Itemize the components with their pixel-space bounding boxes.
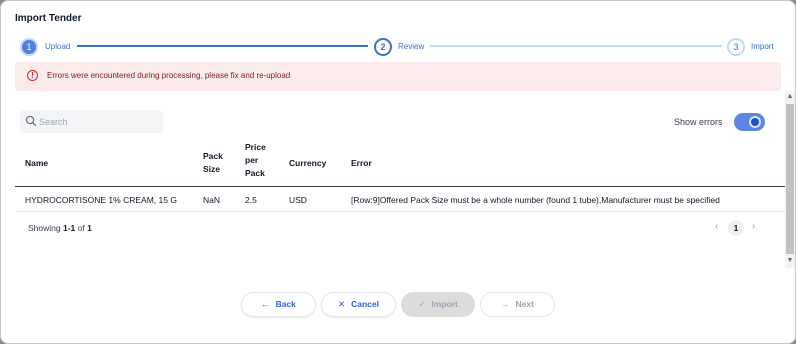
step-1-circle[interactable]: 1 bbox=[20, 38, 38, 56]
alert-message: Errors were encountered during processin… bbox=[47, 71, 291, 80]
header-pack-size-line: Pack bbox=[203, 151, 223, 161]
cancel-label: Cancel bbox=[351, 299, 379, 309]
close-icon: ✕ bbox=[338, 299, 346, 309]
step-1-label[interactable]: Upload bbox=[45, 42, 70, 51]
header-pack-size[interactable]: Pack Size bbox=[203, 150, 223, 176]
import-button[interactable]: ✓ Import bbox=[401, 292, 475, 317]
step-2-connector bbox=[430, 45, 722, 47]
scroll-up-icon[interactable]: ▲ bbox=[786, 93, 794, 100]
step-3-circle[interactable]: 3 bbox=[727, 38, 745, 56]
showing-range: 1-1 bbox=[62, 223, 76, 233]
header-pack-size-line: Size bbox=[203, 164, 221, 174]
arrow-left-icon: ← bbox=[261, 299, 270, 309]
dialog-title: Import Tender bbox=[15, 13, 82, 24]
cell-pack-size: NaN bbox=[203, 195, 221, 205]
scroll-thumb[interactable] bbox=[786, 104, 794, 254]
header-price-line: Pack bbox=[245, 168, 265, 178]
search-input[interactable] bbox=[37, 113, 161, 131]
error-alert: ! Errors were encountered during process… bbox=[15, 62, 781, 91]
error-circle-icon: ! bbox=[27, 70, 38, 81]
show-errors-toggle[interactable] bbox=[734, 113, 765, 131]
import-tender-dialog: Import Tender 1 Upload 2 Review 3 Import… bbox=[0, 0, 796, 344]
step-2-label[interactable]: Review bbox=[398, 42, 424, 51]
header-price-line: per bbox=[245, 155, 259, 165]
cancel-button[interactable]: ✕ Cancel bbox=[321, 292, 396, 317]
page-number-button[interactable]: 1 bbox=[728, 220, 744, 236]
cell-currency: USD bbox=[289, 195, 307, 205]
header-currency[interactable]: Currency bbox=[289, 157, 326, 170]
step-3-label[interactable]: Import bbox=[751, 42, 774, 51]
review-panel: Show errors Name Pack Size Price per Pac… bbox=[15, 99, 785, 295]
show-errors-label: Show errors bbox=[674, 117, 723, 127]
header-divider bbox=[15, 186, 785, 187]
content-scrollbar[interactable]: ▲ ▼ bbox=[785, 91, 795, 268]
next-page-icon[interactable]: › bbox=[752, 221, 755, 232]
search-icon bbox=[25, 115, 37, 127]
cell-error: [Row:9]Offered Pack Size must be a whole… bbox=[351, 195, 720, 205]
toggle-knob bbox=[749, 116, 761, 128]
showing-total: 1 bbox=[87, 223, 92, 233]
next-button[interactable]: → Next bbox=[480, 292, 555, 317]
prev-page-icon[interactable]: ‹ bbox=[715, 221, 718, 232]
header-error[interactable]: Error bbox=[351, 157, 372, 170]
scroll-down-icon[interactable]: ▼ bbox=[786, 257, 794, 264]
back-button[interactable]: ← Back bbox=[241, 292, 316, 317]
step-2-circle[interactable]: 2 bbox=[374, 38, 392, 56]
showing-prefix: Showing bbox=[28, 223, 63, 233]
header-price[interactable]: Price per Pack bbox=[245, 141, 266, 180]
step-1-connector bbox=[77, 45, 368, 47]
cell-name: HYDROCORTISONE 1% CREAM, 15 G bbox=[25, 195, 177, 205]
row-divider bbox=[15, 211, 785, 212]
check-icon: ✓ bbox=[418, 299, 426, 309]
back-label: Back bbox=[275, 299, 296, 309]
showing-of: of bbox=[75, 223, 88, 233]
header-price-line: Price bbox=[245, 142, 266, 152]
cell-price: 2.5 bbox=[245, 195, 257, 205]
header-name[interactable]: Name bbox=[25, 157, 48, 170]
import-label: Import bbox=[431, 299, 458, 309]
showing-count: Showing 1-1 of 1 bbox=[28, 223, 92, 233]
arrow-right-icon: → bbox=[501, 299, 510, 309]
search-box[interactable] bbox=[20, 110, 163, 133]
next-label: Next bbox=[515, 299, 534, 309]
